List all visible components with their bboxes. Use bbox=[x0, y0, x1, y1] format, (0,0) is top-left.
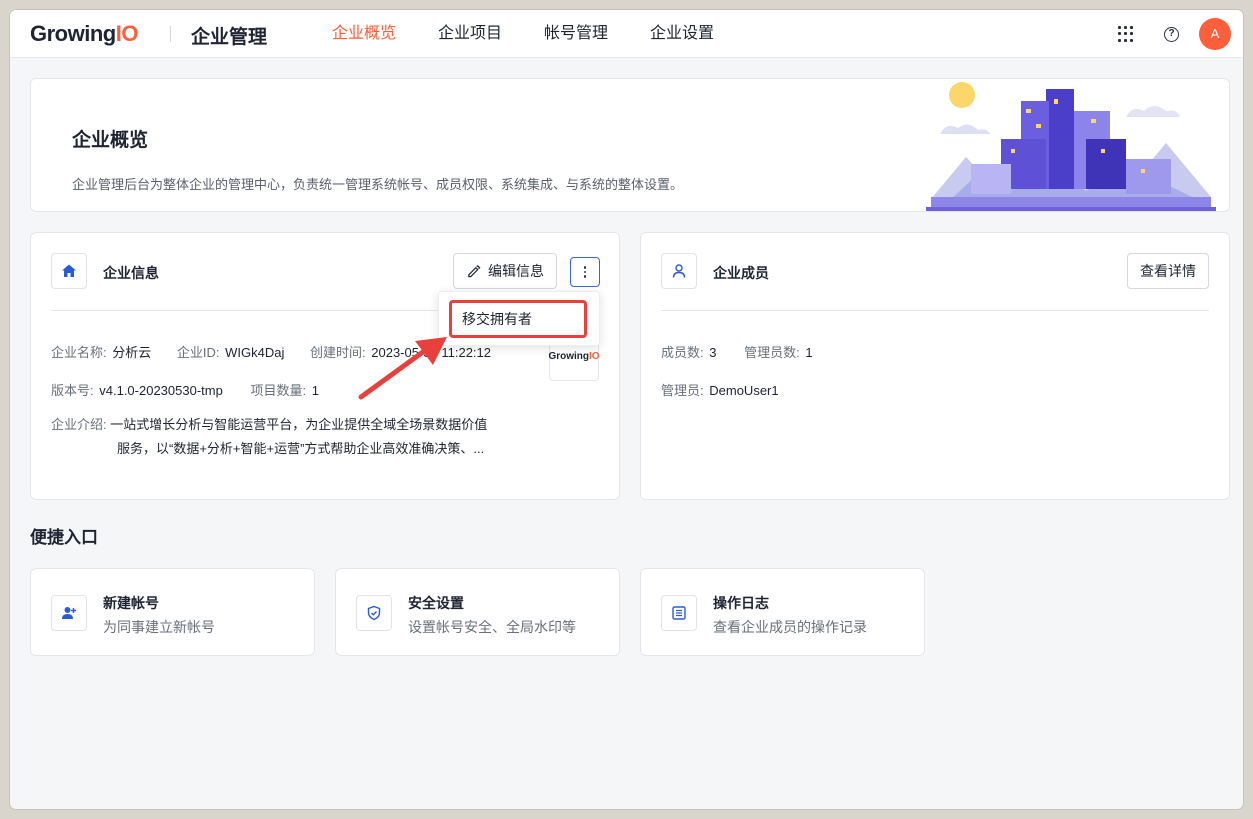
admin-row: 管理员: DemoUser1 bbox=[661, 380, 779, 399]
shield-icon bbox=[356, 595, 392, 631]
add-user-icon bbox=[51, 595, 87, 631]
company-name-label: 企业名称: bbox=[51, 345, 107, 360]
main-nav: 企业概览 企业项目 帐号管理 企业设置 bbox=[332, 10, 756, 58]
shortcut-desc: 查看企业成员的操作记录 bbox=[713, 619, 867, 635]
page-title: 企业概览 bbox=[72, 130, 149, 151]
intro-line-1: 一站式增长分析与智能运营平台，为企业提供全域全场景数据价值 bbox=[110, 417, 488, 432]
company-name-value: 分析云 bbox=[112, 345, 152, 360]
admin-value: DemoUser1 bbox=[709, 383, 779, 398]
home-icon bbox=[51, 253, 87, 289]
view-details-button[interactable]: 查看详情 bbox=[1127, 253, 1209, 289]
pencil-icon bbox=[468, 264, 481, 277]
admin-count-label: 管理员数: bbox=[744, 345, 800, 360]
user-avatar[interactable]: A bbox=[1199, 18, 1231, 50]
log-icon bbox=[661, 595, 697, 631]
shortcut-title: 新建帐号 bbox=[103, 595, 159, 611]
transfer-owner-menu-item[interactable]: 移交拥有者 bbox=[449, 300, 587, 338]
intro-label: 企业介绍: bbox=[51, 417, 107, 432]
apps-grid-icon[interactable] bbox=[1118, 26, 1134, 42]
project-count-value: 1 bbox=[311, 383, 319, 398]
logo-text: Growing bbox=[30, 21, 116, 46]
overview-banner: 企业概览 企业管理后台为整体企业的管理中心，负责统一管理系统帐号、成员权限、系统… bbox=[30, 78, 1230, 212]
nav-settings[interactable]: 企业设置 bbox=[650, 10, 714, 58]
member-count-label: 成员数: bbox=[661, 345, 704, 360]
version-label: 版本号: bbox=[51, 383, 94, 398]
version-value: v4.1.0-20230530-tmp bbox=[99, 383, 223, 398]
shortcuts-title: 便捷入口 bbox=[30, 528, 98, 547]
growingio-logo[interactable]: GrowingIO bbox=[30, 21, 138, 47]
city-illustration bbox=[926, 82, 1216, 211]
members-title: 企业成员 bbox=[713, 265, 769, 281]
member-count-value: 3 bbox=[709, 345, 717, 360]
company-logo-text: Growing bbox=[548, 350, 589, 362]
admin-count-value: 1 bbox=[805, 345, 813, 360]
shortcut-new-account[interactable]: 新建帐号 为同事建立新帐号 bbox=[30, 568, 315, 656]
more-options-button[interactable] bbox=[570, 257, 600, 287]
shortcut-desc: 为同事建立新帐号 bbox=[103, 619, 215, 635]
company-id-label: 企业ID: bbox=[176, 345, 220, 360]
company-info-card: 企业信息 编辑信息 企业名称: 分析云 企业ID: WIGk4Daj 创建时间:… bbox=[30, 232, 620, 500]
shortcut-title: 安全设置 bbox=[408, 595, 464, 611]
intro-line-2: 服务，以“数据+分析+智能+运营”方式帮助企业高效准确决策、... bbox=[117, 441, 485, 456]
top-icons: ? A bbox=[1118, 10, 1231, 58]
logo-divider bbox=[170, 26, 171, 42]
user-icon bbox=[661, 253, 697, 289]
shortcut-desc: 设置帐号安全、全局水印等 bbox=[408, 619, 576, 635]
help-icon[interactable]: ? bbox=[1164, 26, 1179, 42]
view-details-label: 查看详情 bbox=[1140, 263, 1196, 279]
app-name: 企业管理 bbox=[191, 27, 268, 48]
company-id-value: WIGk4Daj bbox=[225, 345, 285, 360]
nav-projects[interactable]: 企业项目 bbox=[438, 10, 502, 58]
version-row: 版本号: v4.1.0-20230530-tmp 项目数量: 1 bbox=[51, 380, 319, 399]
more-options-menu: 移交拥有者 bbox=[438, 291, 600, 346]
card-divider bbox=[661, 310, 1209, 311]
nav-accounts[interactable]: 帐号管理 bbox=[544, 10, 608, 58]
company-logo-accent: IO bbox=[589, 350, 600, 362]
company-intro: 企业介绍: 一站式增长分析与智能运营平台，为企业提供全域全场景数据价值 服务，以… bbox=[51, 413, 551, 461]
edit-info-button[interactable]: 编辑信息 bbox=[453, 253, 557, 289]
nav-overview[interactable]: 企业概览 bbox=[332, 10, 396, 58]
logo-accent: IO bbox=[115, 21, 139, 46]
edit-info-label: 编辑信息 bbox=[488, 263, 544, 279]
project-count-label: 项目数量: bbox=[250, 383, 307, 398]
admin-label: 管理员: bbox=[661, 383, 704, 398]
shortcut-title: 操作日志 bbox=[713, 595, 769, 611]
annotation-arrow bbox=[358, 337, 447, 400]
app-window: GrowingIO 企业管理 企业概览 企业项目 帐号管理 企业设置 ? A 企… bbox=[10, 10, 1243, 809]
shortcut-operation-log[interactable]: 操作日志 查看企业成员的操作记录 bbox=[640, 568, 925, 656]
page-description: 企业管理后台为整体企业的管理中心，负责统一管理系统帐号、成员权限、系统集成、与系… bbox=[72, 177, 684, 192]
company-info-title: 企业信息 bbox=[103, 265, 159, 281]
members-card: 企业成员 查看详情 成员数: 3 管理员数: 1 管理员: DemoUser1 bbox=[640, 232, 1230, 500]
top-navbar: GrowingIO 企业管理 企业概览 企业项目 帐号管理 企业设置 ? A bbox=[10, 10, 1243, 58]
member-counts-row: 成员数: 3 管理员数: 1 bbox=[661, 342, 813, 361]
shortcut-security-settings[interactable]: 安全设置 设置帐号安全、全局水印等 bbox=[335, 568, 620, 656]
